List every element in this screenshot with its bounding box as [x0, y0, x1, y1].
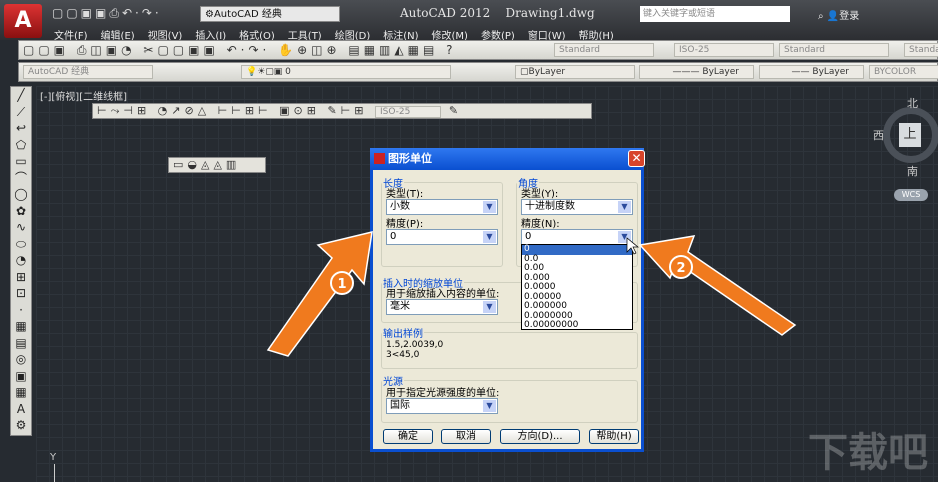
watermark: 下载吧 — [808, 430, 928, 476]
arrow-2-number: 2 — [676, 261, 685, 276]
mouse-cursor-icon — [626, 237, 639, 255]
annotation-overlay: 1 2 — [266, 231, 797, 357]
arrow-1-number: 1 — [337, 277, 346, 292]
annotation-arrow-1 — [266, 231, 373, 357]
annotation-arrow-2 — [638, 235, 797, 336]
